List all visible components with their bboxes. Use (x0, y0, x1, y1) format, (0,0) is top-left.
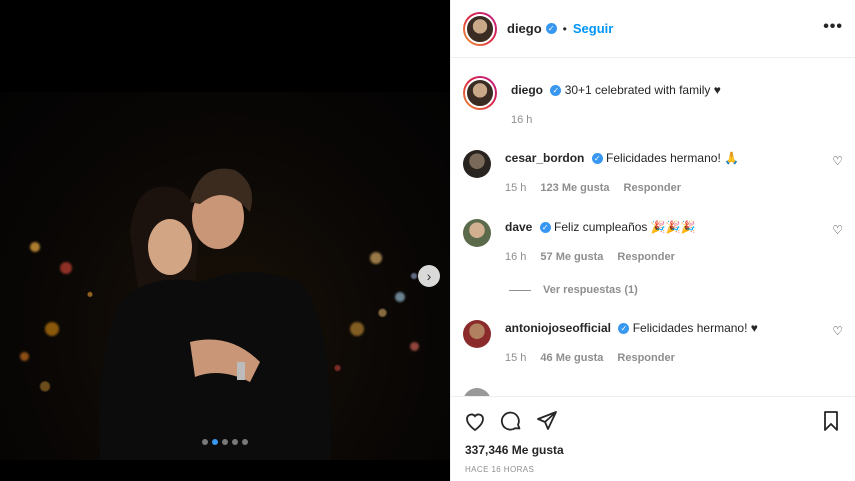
verified-badge-icon: ✓ (618, 323, 630, 335)
author-avatar-ring[interactable] (463, 11, 497, 46)
couple-figure (99, 168, 331, 460)
verified-badge-icon: ✓ (591, 153, 603, 165)
reply-button[interactable]: Responder (617, 350, 674, 366)
heart-icon[interactable]: ♡ (832, 223, 843, 237)
avatar (465, 78, 495, 108)
reply-button[interactable]: Responder (624, 180, 681, 196)
caption-username[interactable]: diego (511, 83, 543, 97)
verified-badge-icon: ✓ (545, 23, 557, 34)
view-replies-label: Ver respuestas (1) (543, 284, 638, 296)
chevron-right-icon: › (426, 268, 432, 284)
avatar[interactable] (463, 150, 491, 178)
comment-time[interactable]: 15 h (505, 350, 526, 366)
caption-text: 30+1 celebrated with family ♥ (564, 83, 721, 97)
separator-dot: • (562, 21, 567, 36)
comment-likes[interactable]: 57 Me gusta (540, 249, 603, 265)
avatar[interactable] (463, 320, 491, 348)
follow-button[interactable]: Seguir (573, 21, 613, 36)
comment-text: Feliz cumpleaños 🎉🎉🎉 (554, 220, 696, 234)
comment-likes[interactable]: 46 Me gusta (540, 350, 603, 366)
more-options-icon[interactable]: ••• (823, 18, 843, 36)
share-icon[interactable] (535, 409, 559, 433)
comment-text: Felicidades hermano! ♥ (632, 321, 758, 335)
comment-row: dave ✓ Feliz cumpleaños 🎉🎉🎉 16 h 57 Me g… (463, 219, 843, 265)
post-actions-bar: 337,346 Me gusta HACE 16 HORAS (451, 396, 855, 481)
post-timestamp[interactable]: HACE 16 HORAS (451, 457, 855, 474)
next-slide-button[interactable]: › (418, 265, 440, 287)
replies-divider (509, 289, 531, 291)
comment-icon[interactable] (499, 409, 523, 433)
post-media: › (0, 0, 450, 481)
comment-time[interactable]: 16 h (505, 249, 526, 265)
comment-username[interactable]: antoniojoseofficial (505, 321, 611, 335)
comments-list: diego ✓ 30+1 celebrated with family ♥ 16… (451, 58, 855, 396)
bookmark-icon[interactable] (819, 409, 843, 433)
author-avatar-ring[interactable] (463, 76, 497, 110)
post-side-panel: diego ✓ • Seguir ••• diego ✓ 30+1 celebr… (450, 0, 855, 481)
view-replies-button[interactable]: Ver respuestas (1) (509, 284, 638, 296)
comment-username[interactable]: dave (505, 220, 532, 234)
comment-text: Felicidades hermano! 🙏 (606, 151, 740, 165)
post-photo (0, 92, 450, 460)
reply-button[interactable]: Responder (617, 249, 674, 265)
comment-time[interactable]: 15 h (505, 180, 526, 196)
avatar[interactable] (463, 219, 491, 247)
avatar (463, 388, 491, 396)
post-header: diego ✓ • Seguir ••• (451, 0, 855, 58)
caption-row: diego ✓ 30+1 celebrated with family ♥ 16… (463, 76, 843, 128)
carousel-dot (232, 439, 238, 445)
heart-icon[interactable] (463, 409, 487, 433)
likes-count[interactable]: 337,346 Me gusta (451, 433, 855, 457)
verified-badge-icon: ✓ (550, 85, 562, 97)
heart-icon[interactable]: ♡ (832, 324, 843, 338)
avatar (465, 13, 495, 44)
carousel-dot-active (212, 439, 218, 445)
carousel-dot (242, 439, 248, 445)
instagram-post-view: › diego ✓ • Seguir ••• diego ✓ 30+1 cele… (0, 0, 855, 481)
comment-row: cesar_bordon ✓ Felicidades hermano! 🙏 15… (463, 150, 843, 196)
carousel-dot (222, 439, 228, 445)
comment-row: antoniojoseofficial ✓ Felicidades herman… (463, 320, 843, 366)
comment-likes[interactable]: 123 Me gusta (540, 180, 609, 196)
verified-badge-icon: ✓ (539, 222, 551, 234)
carousel-dot (202, 439, 208, 445)
caption-time[interactable]: 16 h (511, 112, 532, 128)
author-username[interactable]: diego (507, 21, 542, 36)
heart-icon[interactable]: ♡ (832, 154, 843, 168)
comment-username[interactable]: cesar_bordon (505, 151, 584, 165)
carousel-indicator (0, 439, 450, 445)
